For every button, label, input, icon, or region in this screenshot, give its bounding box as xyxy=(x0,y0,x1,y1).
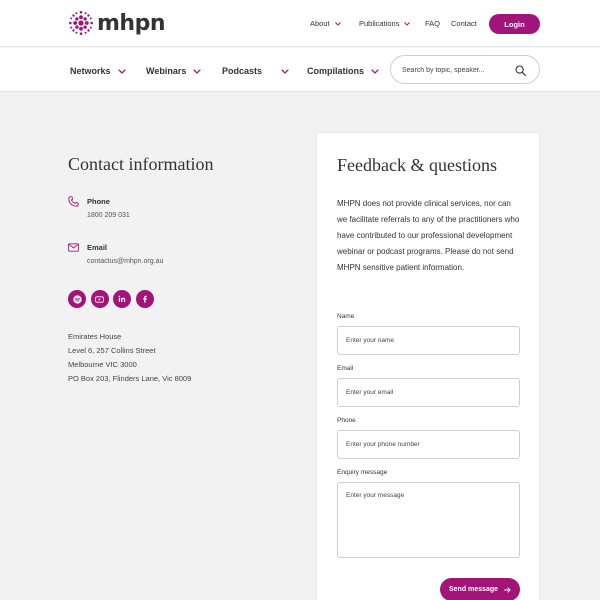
chevron-down-icon xyxy=(281,68,289,74)
chevron-down-icon xyxy=(117,68,126,74)
topnav-faq[interactable]: FAQ xyxy=(425,19,440,28)
name-field[interactable] xyxy=(337,326,520,355)
chevron-down-icon xyxy=(404,21,411,26)
search-icon[interactable] xyxy=(515,65,526,76)
email-label: Email xyxy=(87,243,108,252)
address-line: Emirates House xyxy=(68,332,122,341)
email-field[interactable] xyxy=(337,378,520,407)
phone-icon xyxy=(68,196,79,207)
logo-text: mhpn xyxy=(97,10,166,36)
chevron-down-icon xyxy=(371,68,379,74)
address-line: Melbourne VIC 3000 xyxy=(68,360,137,369)
nav-compilations-label: Compilations xyxy=(307,66,365,76)
send-message-button[interactable]: Send message xyxy=(440,578,520,600)
email-icon xyxy=(68,243,79,252)
linkedin-icon[interactable] xyxy=(113,290,131,308)
email-value[interactable]: contactus@mhpn.org.au xyxy=(87,258,163,265)
nav-compilations[interactable]: Compilations xyxy=(307,66,379,76)
feedback-card: Feedback & questions MHPN does not provi… xyxy=(316,132,540,600)
nav-networks[interactable]: Networks xyxy=(70,66,126,76)
phone-value[interactable]: 1800 209 031 xyxy=(87,212,130,219)
phone-field-label: Phone xyxy=(337,417,356,424)
arrow-right-icon xyxy=(504,586,511,593)
phone-label: Phone xyxy=(87,197,110,206)
youtube-icon[interactable] xyxy=(90,290,109,308)
address-line: Level 6, 257 Collins Street xyxy=(68,346,156,355)
contact-title: Contact information xyxy=(68,154,214,174)
spotify-icon[interactable] xyxy=(68,290,86,308)
main-nav: Networks Webinars Podcasts Compilations xyxy=(0,48,600,92)
address-line: PO Box 203, Flinders Lane, Vic 8009 xyxy=(68,374,192,383)
mhpn-logo[interactable]: mhpn xyxy=(68,10,166,36)
postal-address: Emirates House Level 6, 257 Collins Stre… xyxy=(68,330,191,386)
search-box[interactable] xyxy=(390,55,540,84)
message-label: Enquiry message xyxy=(337,469,388,476)
send-message-label: Send message xyxy=(448,586,499,593)
topnav-publications[interactable]: Publications xyxy=(359,19,411,28)
email-field-label: Email xyxy=(337,365,354,372)
topnav-contact-label: Contact xyxy=(451,19,477,28)
nav-webinars[interactable]: Webinars xyxy=(146,66,202,76)
nav-networks-label: Networks xyxy=(70,66,111,76)
search-input[interactable] xyxy=(402,63,512,77)
topnav-contact[interactable]: Contact xyxy=(451,19,477,28)
facebook-icon[interactable] xyxy=(135,290,154,308)
message-field[interactable] xyxy=(337,482,520,558)
login-button[interactable]: Login xyxy=(489,14,540,34)
top-bar: mhpn About Publications FAQ Contact Logi… xyxy=(0,0,600,47)
topnav-faq-label: FAQ xyxy=(425,19,441,28)
social-links xyxy=(68,290,154,308)
topnav-publications-label: Publications xyxy=(359,19,400,28)
chevron-down-icon xyxy=(193,68,202,74)
name-label: Name xyxy=(337,313,355,320)
feedback-title: Feedback & questions xyxy=(337,155,497,175)
phone-field[interactable] xyxy=(337,430,520,459)
topnav-about[interactable]: About xyxy=(310,19,341,28)
nav-webinars-label: Webinars xyxy=(146,66,187,76)
topnav-about-label: About xyxy=(310,19,330,28)
chevron-down-icon xyxy=(334,21,341,26)
nav-podcasts-label: Podcasts xyxy=(222,66,263,76)
logo-mark-icon xyxy=(69,11,93,35)
feedback-disclaimer: MHPN does not provide clinical services,… xyxy=(337,199,520,272)
nav-podcasts[interactable]: Podcasts xyxy=(222,66,289,76)
